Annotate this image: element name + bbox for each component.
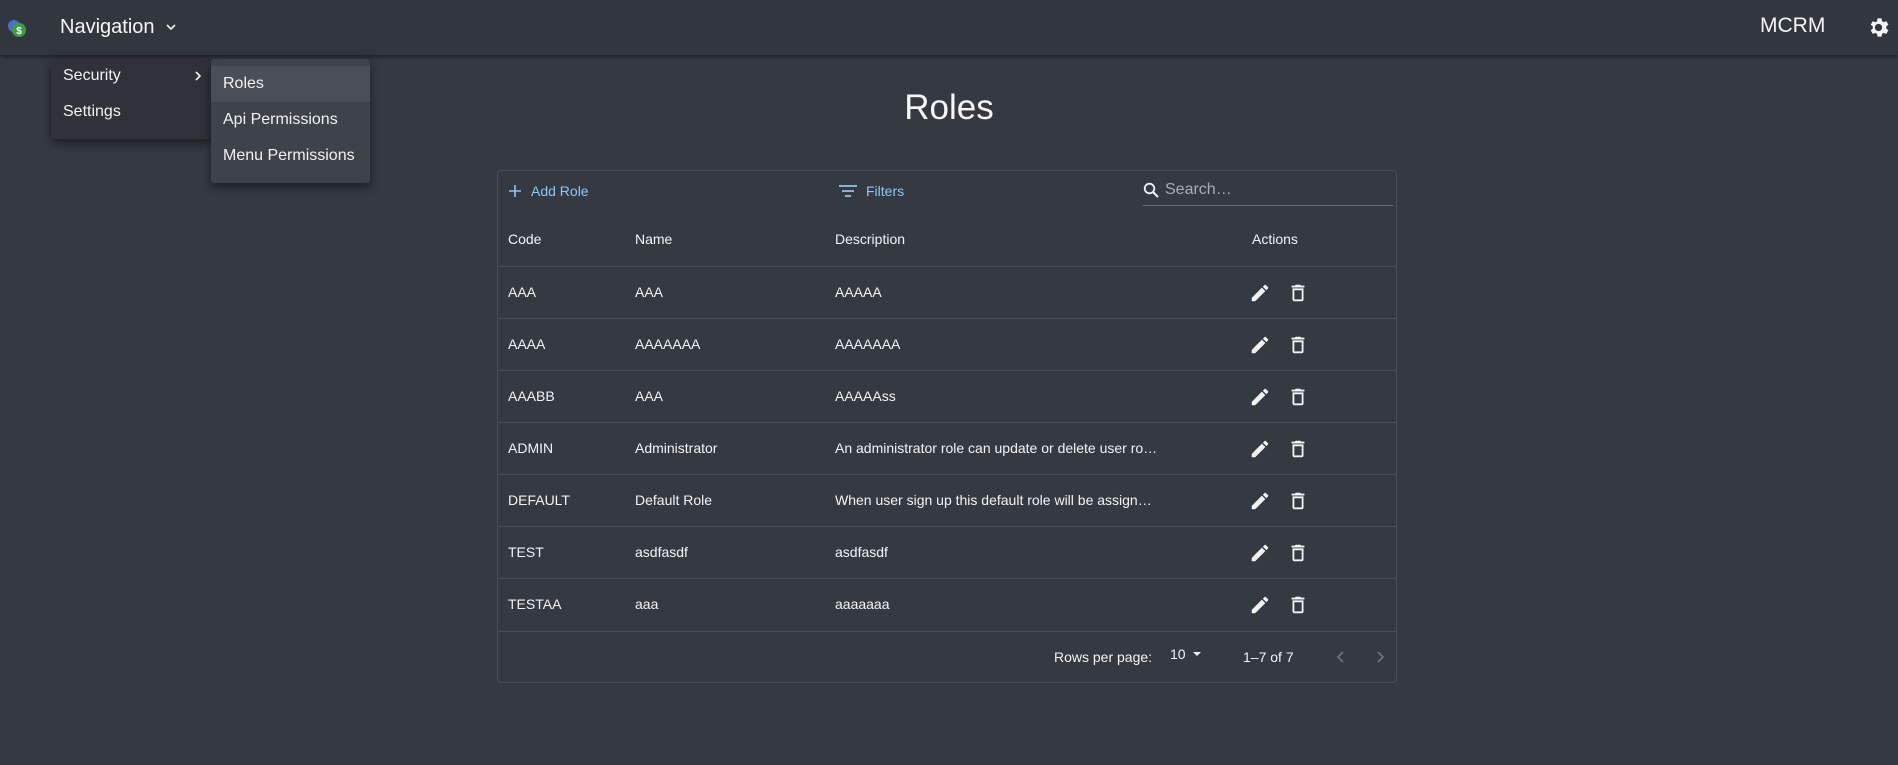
submenu-item-label: Roles	[223, 75, 264, 92]
edit-icon[interactable]	[1249, 542, 1271, 564]
table-row[interactable]: AAA AAA AAAAA	[498, 266, 1396, 318]
add-role-button[interactable]: Add Role	[508, 183, 589, 199]
cell-description: AAAAA	[835, 284, 882, 300]
menu-item-settings[interactable]: Settings	[63, 103, 211, 127]
delete-icon[interactable]	[1287, 490, 1309, 512]
pagination-footer: Rows per page: 10 1–7 of 7	[498, 631, 1396, 683]
chevron-right-icon	[195, 71, 202, 81]
filter-icon	[839, 185, 857, 197]
edit-icon[interactable]	[1249, 594, 1271, 616]
table-row[interactable]: TEST asdfasdf asdfasdf	[498, 526, 1396, 578]
next-page-icon[interactable]	[1373, 650, 1387, 664]
search-field	[1143, 175, 1393, 206]
cell-name: aaa	[635, 596, 659, 612]
delete-icon[interactable]	[1287, 438, 1309, 460]
submenu-item-roles[interactable]: Roles	[211, 66, 370, 102]
cell-code: TEST	[508, 544, 544, 560]
add-role-label: Add Role	[531, 183, 589, 199]
security-submenu: Roles Api Permissions Menu Permissions	[211, 59, 370, 183]
cell-name: AAA	[635, 284, 664, 300]
column-header-description[interactable]: Description	[835, 231, 905, 247]
submenu-item-label: Menu Permissions	[223, 147, 355, 164]
cell-name: AAA	[635, 388, 664, 404]
cell-description: An administrator role can update or dele…	[835, 440, 1158, 456]
delete-icon[interactable]	[1287, 386, 1309, 408]
cell-name: AAAAAAA	[635, 336, 701, 352]
cell-description: When user sign up this default role will…	[835, 492, 1152, 508]
caret-down-icon	[1192, 652, 1201, 656]
plus-icon	[509, 185, 521, 197]
cell-name: Default Role	[635, 492, 713, 508]
rows-per-page-value: 10	[1170, 646, 1186, 662]
column-header-name[interactable]: Name	[635, 231, 672, 247]
submenu-item-menu-permissions[interactable]: Menu Permissions	[211, 138, 370, 174]
app-bar: $ Navigation MCRM	[0, 0, 1898, 55]
rows-per-page-select[interactable]: 10	[1170, 646, 1202, 662]
edit-icon[interactable]	[1249, 490, 1271, 512]
navigation-menu: Security Settings	[51, 59, 211, 139]
edit-icon[interactable]	[1249, 386, 1271, 408]
column-header-code[interactable]: Code	[508, 231, 541, 247]
cell-description: asdfasdf	[835, 544, 888, 560]
submenu-item-api-permissions[interactable]: Api Permissions	[211, 102, 370, 138]
menu-item-security[interactable]: Security	[63, 67, 211, 91]
filters-button[interactable]: Filters	[839, 183, 904, 199]
cell-description: AAAAAss	[835, 388, 896, 404]
gear-icon[interactable]	[1866, 15, 1891, 40]
delete-icon[interactable]	[1287, 334, 1309, 356]
cell-code: AAA	[508, 284, 537, 300]
cell-name: asdfasdf	[635, 544, 688, 560]
table-row[interactable]: ADMIN Administrator An administrator role …	[498, 422, 1396, 474]
menu-item-label: Settings	[63, 103, 121, 120]
cell-name: Administrator	[635, 440, 718, 456]
edit-icon[interactable]	[1249, 334, 1271, 356]
cell-code: TESTAA	[508, 596, 562, 612]
rows-per-page-label: Rows per page:	[1054, 649, 1153, 665]
edit-icon[interactable]	[1249, 282, 1271, 304]
column-header-actions: Actions	[1252, 231, 1298, 247]
cell-code: ADMIN	[508, 440, 554, 456]
cell-code: AAAA	[508, 336, 546, 352]
table-row[interactable]: AAAA AAAAAAA AAAAAAA	[498, 318, 1396, 370]
filters-label: Filters	[866, 183, 905, 199]
table-row[interactable]: TESTAA aaa aaaaaaa	[498, 578, 1396, 630]
navigation-menu-button[interactable]: Navigation	[60, 12, 177, 42]
search-input[interactable]	[1159, 180, 1377, 200]
chevron-down-icon	[165, 24, 176, 31]
pagination-range: 1–7 of 7	[1243, 649, 1294, 665]
submenu-item-label: Api Permissions	[223, 111, 338, 128]
svg-text:$: $	[16, 26, 22, 37]
cell-code: AAABB	[508, 388, 555, 404]
cell-code: DEFAULT	[508, 492, 570, 508]
brand-name: MCRM	[1760, 14, 1826, 37]
cell-description: AAAAAAA	[835, 336, 901, 352]
delete-icon[interactable]	[1287, 594, 1309, 616]
menu-item-label: Security	[63, 67, 121, 84]
roles-table-card: Add Role Filters Code Name Description A…	[497, 170, 1397, 683]
previous-page-icon[interactable]	[1334, 650, 1348, 664]
delete-icon[interactable]	[1287, 542, 1309, 564]
table-row[interactable]: AAABB AAA AAAAAss	[498, 370, 1396, 422]
table-row[interactable]: DEFAULT Default Role When user sign up thi…	[498, 474, 1396, 526]
cell-description: aaaaaaa	[835, 596, 890, 612]
search-icon	[1143, 182, 1159, 198]
delete-icon[interactable]	[1287, 282, 1309, 304]
edit-icon[interactable]	[1249, 438, 1271, 460]
navigation-label: Navigation	[60, 15, 155, 38]
app-logo-icon[interactable]: $	[6, 17, 28, 39]
